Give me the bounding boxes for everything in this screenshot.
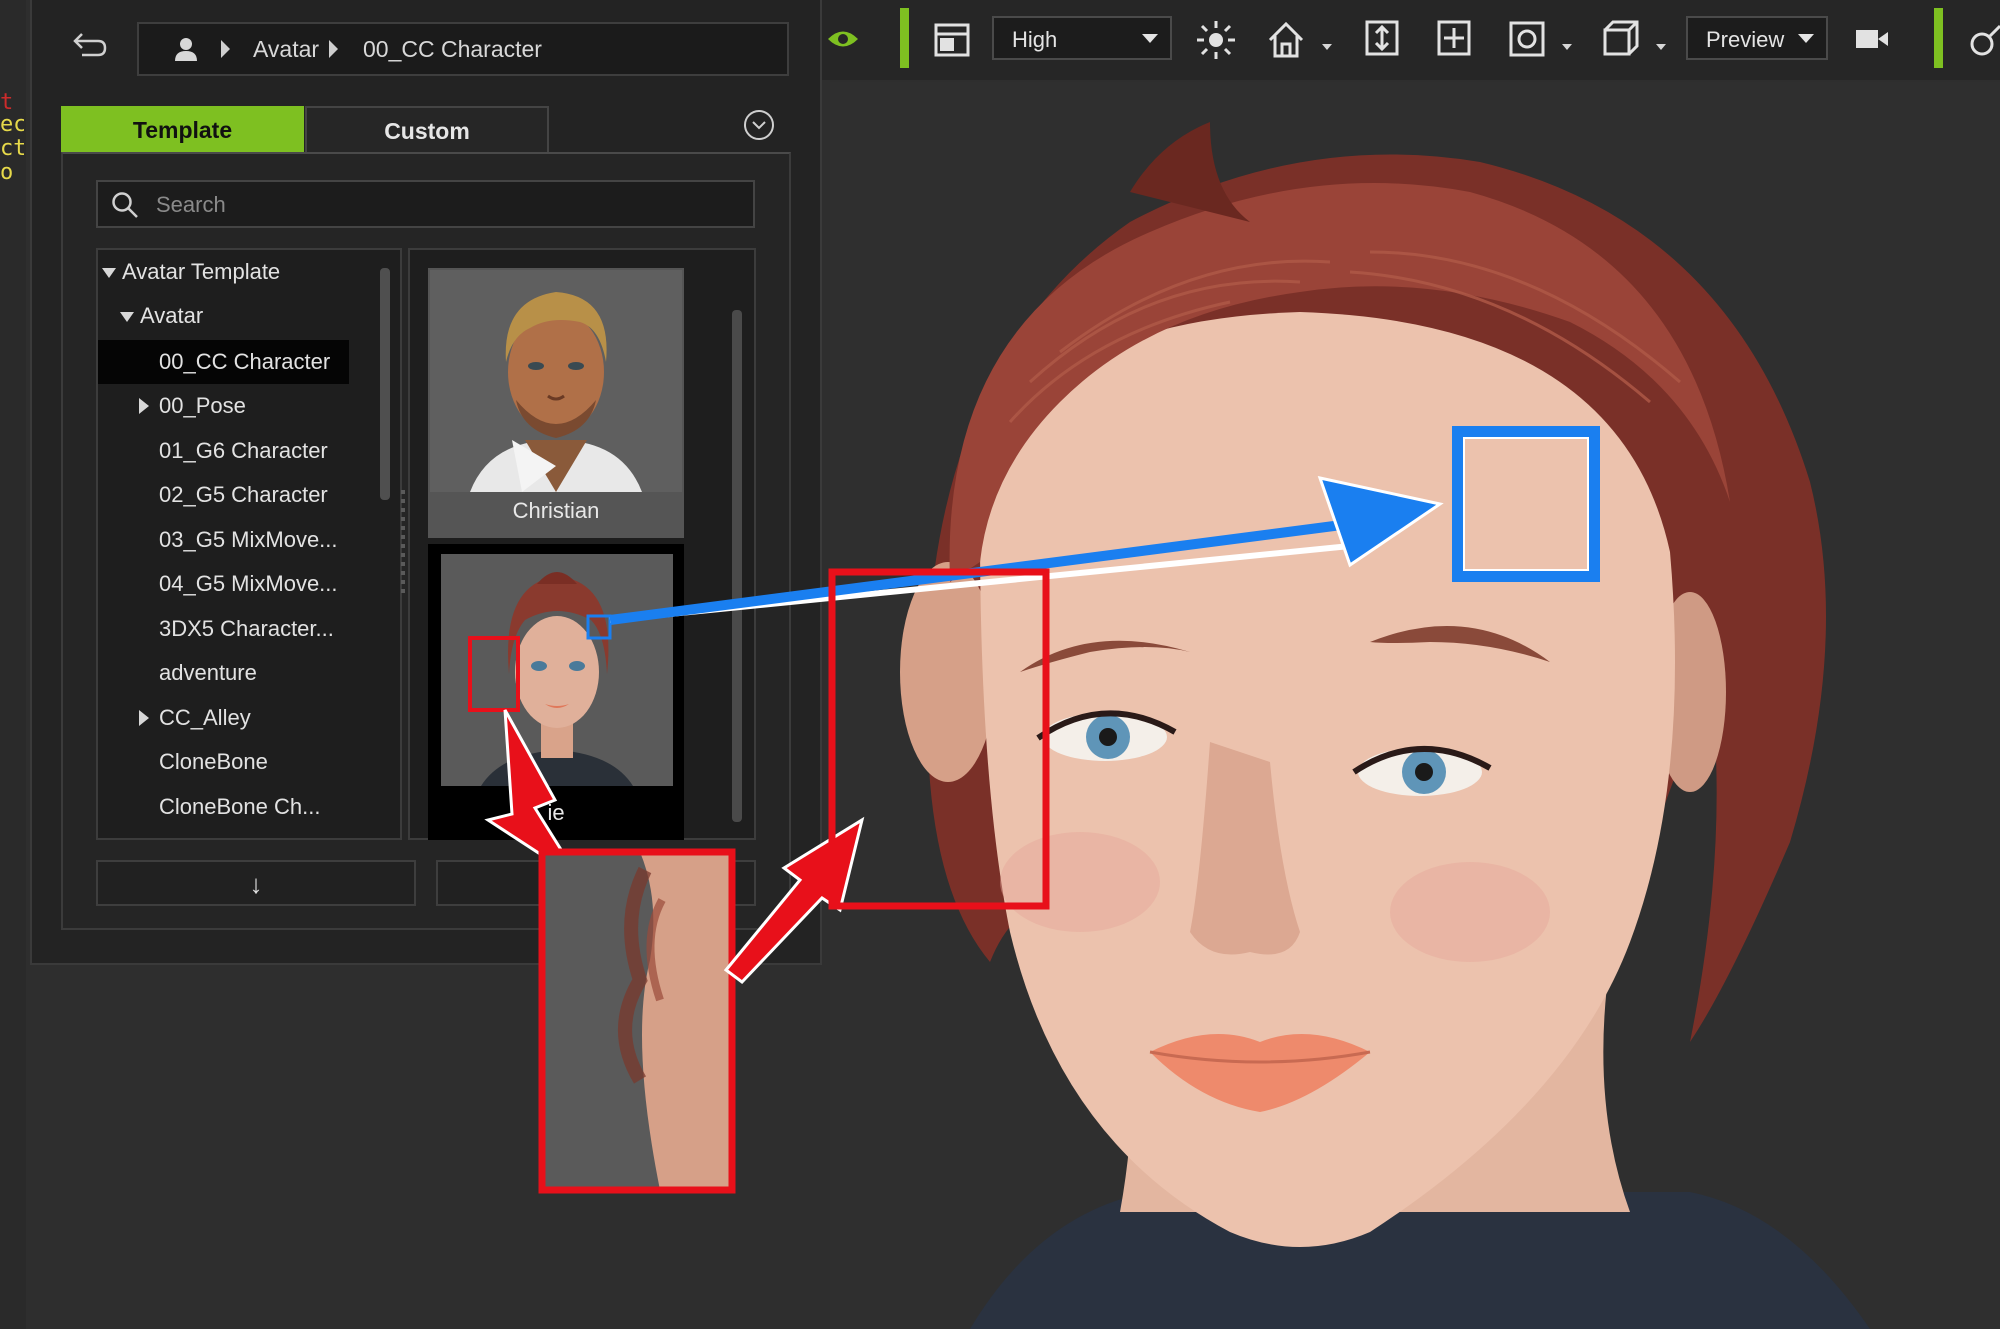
chevron-down-icon[interactable] (1322, 44, 1332, 50)
tab-template[interactable]: Template (61, 106, 304, 154)
chevron-down-icon (1798, 34, 1814, 43)
thumbnail-label: ie (547, 800, 565, 825)
tree-item[interactable]: 01_G6 Character (159, 429, 328, 473)
collapse-button[interactable] (744, 110, 774, 140)
tree-item[interactable]: CloneBone Ch... (159, 785, 320, 829)
tree-item[interactable]: 04_G5 MixMove... (159, 562, 338, 606)
user-icon[interactable] (173, 36, 199, 62)
tool-icon[interactable] (1968, 22, 2000, 58)
cut-off-text: cte (0, 138, 24, 160)
thumbnail-image-christian (430, 270, 682, 492)
tree-item-root[interactable]: Avatar Template (122, 250, 280, 294)
back-arrow-icon (73, 33, 107, 57)
tree-scrollbar[interactable] (380, 268, 390, 500)
breadcrumb-separator-icon (221, 40, 230, 58)
tree-item[interactable]: 3DX5 Character... (159, 607, 334, 651)
grid-scrollbar[interactable] (732, 310, 742, 822)
chevron-down-icon (1142, 34, 1158, 43)
quality-value: High (1012, 27, 1058, 52)
tree-item[interactable]: CloneBone (159, 740, 268, 784)
light-icon[interactable] (1194, 18, 1238, 62)
3d-viewport[interactable] (830, 82, 2000, 1329)
search-icon (112, 192, 138, 218)
tree-item-folder[interactable]: Avatar (140, 294, 203, 338)
breadcrumb-item-current[interactable]: 00_CC Character (363, 36, 542, 63)
expand-toggle-icon[interactable] (139, 710, 149, 726)
move-icon[interactable] (1434, 18, 1474, 58)
tab-custom[interactable]: Custom (305, 106, 549, 154)
chevron-down-icon[interactable] (1656, 44, 1666, 50)
rotate-icon[interactable] (1506, 18, 1548, 60)
expand-toggle-icon[interactable] (102, 268, 116, 278)
expand-toggle-icon[interactable] (139, 398, 149, 414)
collapse-icon (752, 121, 766, 130)
breadcrumb-item-avatar[interactable]: Avatar (253, 36, 319, 63)
search-box (96, 180, 755, 228)
tree-item[interactable]: 03_G5 MixMove... (159, 518, 338, 562)
layout-icon[interactable] (932, 20, 972, 60)
toolbar-divider (900, 8, 909, 68)
search-input[interactable] (154, 188, 738, 222)
download-button[interactable]: ↓ (96, 860, 416, 906)
cut-off-text: o I (0, 162, 24, 184)
chevron-down-icon[interactable] (1562, 44, 1572, 50)
render-mode-value: Preview (1706, 27, 1785, 52)
expand-toggle-icon[interactable] (120, 312, 134, 322)
splitter-handle[interactable] (400, 490, 406, 600)
character-render (830, 82, 2000, 1329)
home-icon[interactable] (1264, 18, 1308, 62)
quality-dropdown[interactable]: High (992, 16, 1172, 60)
thumbnail-image-female (441, 554, 673, 786)
camera-icon[interactable] (1854, 24, 1890, 54)
secondary-button[interactable] (436, 860, 756, 906)
tree-item[interactable]: 02_G5 Character (159, 473, 328, 517)
tree-item[interactable]: adventure (159, 651, 257, 695)
left-panel-edge: t I ec cte o I (0, 0, 26, 1329)
eye-icon[interactable] (826, 24, 860, 54)
cut-off-text: ec (0, 114, 24, 136)
cut-off-text: t I (0, 92, 24, 114)
toolbar-divider (1934, 8, 1943, 68)
box-icon[interactable] (1600, 18, 1642, 60)
breadcrumb: Avatar 00_CC Character (137, 22, 789, 76)
fit-vertical-icon[interactable] (1362, 18, 1402, 58)
breadcrumb-separator-icon (329, 40, 338, 58)
render-mode-dropdown[interactable]: Preview (1686, 16, 1828, 60)
tree-item[interactable]: 00_Pose (159, 384, 246, 428)
thumbnail-label: Christian (512, 498, 600, 523)
tree-item[interactable]: CC_Alley (159, 696, 251, 740)
back-button[interactable] (66, 28, 114, 68)
tree-item-selected[interactable]: 00_CC Character (98, 340, 349, 384)
